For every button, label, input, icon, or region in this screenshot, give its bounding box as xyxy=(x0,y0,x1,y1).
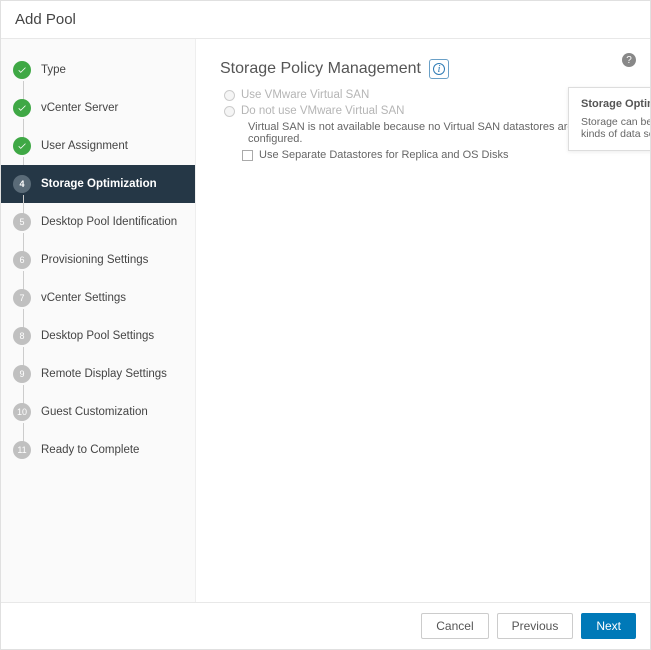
step-label: vCenter Server xyxy=(41,102,118,114)
wizard-content: ? Storage Policy Management i Use VMware… xyxy=(196,39,650,602)
info-tooltip: × Storage Optimization Storage can be op… xyxy=(568,87,650,151)
wizard-step-9: 9 Remote Display Settings xyxy=(1,355,195,393)
heading-row: Storage Policy Management i xyxy=(220,59,626,79)
radio-label: Do not use VMware Virtual SAN xyxy=(241,105,404,117)
step-label: Desktop Pool Identification xyxy=(41,216,177,228)
check-icon xyxy=(13,137,31,155)
add-pool-wizard: Add Pool Type vCenter Server User Assignme… xyxy=(0,0,651,650)
step-label: Storage Optimization xyxy=(41,178,157,190)
step-label: Desktop Pool Settings xyxy=(41,330,154,342)
previous-button[interactable]: Previous xyxy=(497,613,574,639)
check-icon xyxy=(13,61,31,79)
page-heading: Storage Policy Management xyxy=(220,60,421,78)
wizard-step-11: 11 Ready to Complete xyxy=(1,431,195,469)
wizard-step-1[interactable]: Type xyxy=(1,51,195,89)
step-label: Remote Display Settings xyxy=(41,368,167,380)
checkbox-icon xyxy=(242,150,253,161)
tooltip-title: Storage Optimization xyxy=(581,98,650,110)
wizard-step-3[interactable]: User Assignment xyxy=(1,127,195,165)
step-label: Provisioning Settings xyxy=(41,254,148,266)
checkbox-label: Use Separate Datastores for Replica and … xyxy=(259,149,508,161)
wizard-step-2[interactable]: vCenter Server xyxy=(1,89,195,127)
radio-icon xyxy=(224,90,235,101)
storage-options-group: Use VMware Virtual SAN Do not use VMware… xyxy=(224,89,626,161)
wizard-step-10: 10 Guest Customization xyxy=(1,393,195,431)
step-number-icon: 8 xyxy=(13,327,31,345)
step-number-icon: 10 xyxy=(13,403,31,421)
wizard-step-8: 8 Desktop Pool Settings xyxy=(1,317,195,355)
cancel-button[interactable]: Cancel xyxy=(421,613,488,639)
wizard-steps-sidebar: Type vCenter Server User Assignment 4 Storag… xyxy=(1,39,196,602)
step-label: vCenter Settings xyxy=(41,292,126,304)
help-icon[interactable]: ? xyxy=(622,53,636,67)
wizard-step-4[interactable]: 4 Storage Optimization xyxy=(1,165,195,203)
step-number-icon: 4 xyxy=(13,175,31,193)
step-label: Guest Customization xyxy=(41,406,148,418)
info-button[interactable]: i xyxy=(429,59,449,79)
radio-use-vsan: Use VMware Virtual SAN xyxy=(224,89,626,101)
wizard-footer: Cancel Previous Next xyxy=(1,602,650,649)
wizard-step-6: 6 Provisioning Settings xyxy=(1,241,195,279)
step-label: Type xyxy=(41,64,66,76)
step-number-icon: 6 xyxy=(13,251,31,269)
info-icon: i xyxy=(433,63,445,75)
wizard-body: Type vCenter Server User Assignment 4 Storag… xyxy=(1,39,650,602)
step-number-icon: 7 xyxy=(13,289,31,307)
check-icon xyxy=(13,99,31,117)
step-label: Ready to Complete xyxy=(41,444,139,456)
tooltip-body: Storage can be optimized by storing diff… xyxy=(581,116,650,140)
next-button[interactable]: Next xyxy=(581,613,636,639)
step-number-icon: 9 xyxy=(13,365,31,383)
window-title: Add Pool xyxy=(1,1,650,39)
wizard-step-5: 5 Desktop Pool Identification xyxy=(1,203,195,241)
radio-icon xyxy=(224,106,235,117)
step-label: User Assignment xyxy=(41,140,128,152)
wizard-step-7: 7 vCenter Settings xyxy=(1,279,195,317)
step-number-icon: 11 xyxy=(13,441,31,459)
radio-label: Use VMware Virtual SAN xyxy=(241,89,369,101)
radio-no-vsan: Do not use VMware Virtual SAN xyxy=(224,105,626,117)
step-number-icon: 5 xyxy=(13,213,31,231)
